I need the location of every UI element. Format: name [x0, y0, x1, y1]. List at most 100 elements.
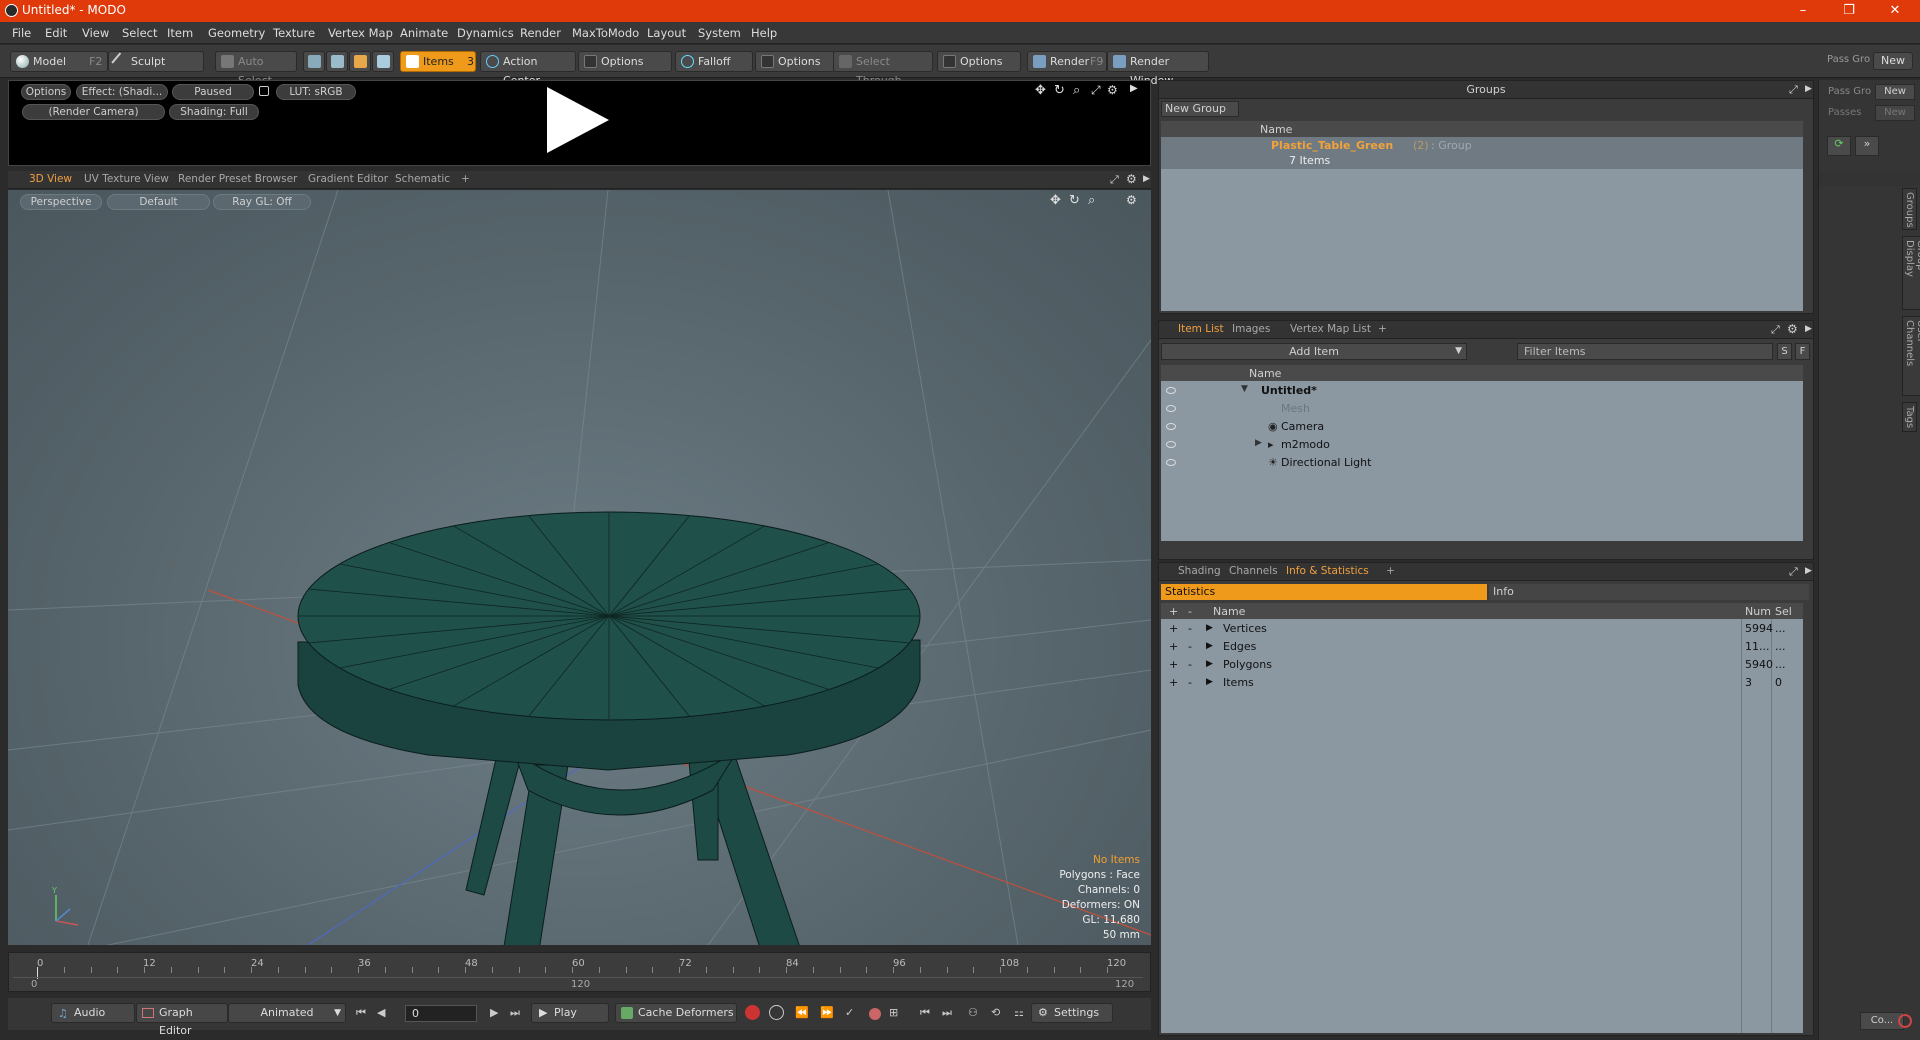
- menu-edit[interactable]: Edit: [45, 26, 67, 40]
- model-mode-button[interactable]: Model F2: [10, 51, 108, 72]
- gear-icon[interactable]: ⚙: [1107, 83, 1118, 97]
- close-button[interactable]: ✕: [1872, 0, 1918, 22]
- maximize-icon[interactable]: ⤢: [1789, 565, 1798, 579]
- move-view-icon[interactable]: ✥: [1035, 83, 1046, 98]
- collapse-all-icon[interactable]: -: [1188, 605, 1192, 618]
- expand-icon[interactable]: »: [1855, 136, 1879, 156]
- tab-info-statistics[interactable]: Info & Statistics: [1279, 563, 1377, 580]
- sel-column-header[interactable]: Sel: [1775, 605, 1792, 618]
- auto-key-icon[interactable]: [769, 1005, 784, 1020]
- item-row-mesh[interactable]: Mesh: [1161, 400, 1803, 418]
- collapse-icon[interactable]: -: [1188, 622, 1192, 635]
- new-pass-button[interactable]: New: [1875, 105, 1915, 121]
- gear-icon[interactable]: ⚙: [1787, 322, 1798, 336]
- action-center-options-button[interactable]: Options: [578, 51, 672, 72]
- menu-vertex-map[interactable]: Vertex Map: [328, 26, 393, 40]
- frame-input[interactable]: 0: [405, 1005, 477, 1022]
- add-tab-button[interactable]: +: [454, 171, 477, 188]
- stats-row-polygons[interactable]: + - ▶ Polygons 5940 ...: [1161, 656, 1803, 674]
- go-end-icon[interactable]: ⏭: [510, 1006, 520, 1020]
- play-button[interactable]: ▶ Play: [531, 1003, 609, 1023]
- timeline[interactable]: 0 12 24 36 48 60 72 84 96 108 120 0 120 …: [8, 952, 1151, 992]
- zoom-view-icon[interactable]: ⌕: [1073, 83, 1080, 98]
- polygon-select-button[interactable]: [349, 51, 371, 72]
- group-row[interactable]: Plastic_Table_Green (2) : Group 7 Items: [1161, 137, 1803, 169]
- add-tab-button[interactable]: +: [1371, 321, 1394, 338]
- side-tab-group-display[interactable]: Group Display: [1902, 236, 1920, 310]
- step-back-icon[interactable]: ◀: [377, 1006, 385, 1019]
- new-group-button[interactable]: New Group: [1161, 101, 1239, 117]
- maximize-icon[interactable]: ⤢: [1771, 323, 1780, 337]
- arrow-right-icon[interactable]: ▶: [1805, 324, 1812, 334]
- skip-next-icon[interactable]: ⏭: [942, 1006, 952, 1020]
- expand-arrow-icon[interactable]: ▶: [1206, 623, 1213, 633]
- rotate-view-icon[interactable]: ↻: [1069, 193, 1080, 208]
- preview-paused-button[interactable]: Paused: [172, 84, 254, 100]
- name-column-header[interactable]: Name: [1249, 367, 1281, 380]
- key-icon[interactable]: ✓: [845, 1006, 854, 1019]
- stats-row-vertices[interactable]: + - ▶ Vertices 5994 ...: [1161, 620, 1803, 638]
- sculpt-mode-button[interactable]: Sculpt: [108, 51, 204, 72]
- select-through-button[interactable]: Select Through: [833, 51, 933, 87]
- visibility-eye-icon[interactable]: [1166, 387, 1176, 394]
- item-row-camera[interactable]: ◉ Camera: [1161, 418, 1803, 436]
- skip-prev-icon[interactable]: ⏮: [920, 1006, 930, 1020]
- move-view-icon[interactable]: ✥: [1050, 193, 1061, 208]
- tab-shading[interactable]: Shading: [1171, 563, 1229, 580]
- menu-file[interactable]: File: [12, 26, 31, 40]
- maximize-icon[interactable]: ⤢: [1110, 173, 1119, 187]
- visibility-eye-icon[interactable]: [1166, 423, 1176, 430]
- visibility-eye-icon[interactable]: [1166, 441, 1176, 448]
- expand-all-icon[interactable]: +: [1169, 605, 1178, 618]
- key-filter-icon[interactable]: ⊞: [889, 1006, 898, 1019]
- info-subtab[interactable]: Info: [1489, 584, 1809, 600]
- tab-channels[interactable]: Channels: [1222, 563, 1286, 580]
- maximize-icon[interactable]: ⤢: [1789, 83, 1798, 97]
- filter-items-input[interactable]: Filter Items: [1517, 343, 1773, 360]
- shading-dropdown[interactable]: Shading: Full: [169, 104, 259, 120]
- tab-item-list[interactable]: Item List: [1171, 321, 1232, 338]
- stats-row-edges[interactable]: + - ▶ Edges 11... ...: [1161, 638, 1803, 656]
- menu-view[interactable]: View: [82, 26, 109, 40]
- num-column-header[interactable]: Num: [1745, 605, 1771, 618]
- raygl-dropdown[interactable]: Ray GL: Off: [213, 194, 311, 210]
- name-column-header[interactable]: Name: [1213, 605, 1245, 618]
- settings-button[interactable]: ⚙ Settings: [1031, 1003, 1113, 1023]
- new-pass-group-button[interactable]: New: [1875, 84, 1915, 100]
- expand-arrow-icon[interactable]: ▼: [1241, 384, 1248, 394]
- add-tab-button[interactable]: +: [1379, 563, 1402, 580]
- expand-arrow-icon[interactable]: ▶: [1206, 659, 1213, 669]
- arrow-right-icon[interactable]: ▶: [1143, 174, 1150, 184]
- tab-3d-view[interactable]: 3D View: [22, 171, 81, 188]
- add-item-dropdown[interactable]: Add Item ▼: [1161, 343, 1467, 360]
- 3d-viewport[interactable]: × Perspective Default Ray GL: Off ✥ ↻ ⌕ …: [8, 190, 1151, 945]
- record-key-icon[interactable]: [745, 1005, 760, 1020]
- menu-dynamics[interactable]: Dynamics: [457, 26, 514, 40]
- vertex-select-button[interactable]: [303, 51, 325, 72]
- expand-icon[interactable]: +: [1169, 658, 1178, 671]
- menu-render[interactable]: Render: [520, 26, 561, 40]
- menu-maxtomodo[interactable]: MaxToModo: [572, 26, 639, 40]
- filter-f-button[interactable]: F: [1795, 343, 1810, 360]
- render-window-button[interactable]: Render Window: [1107, 51, 1209, 87]
- lock-icon[interactable]: [259, 86, 269, 96]
- step-forward-icon[interactable]: ▶: [490, 1006, 498, 1019]
- render-button[interactable]: Render F9: [1027, 51, 1107, 72]
- collapse-icon[interactable]: -: [1188, 658, 1192, 671]
- menu-geometry[interactable]: Geometry: [208, 26, 265, 40]
- expand-arrow-icon[interactable]: ▶: [1255, 438, 1262, 448]
- tab-gradient-editor[interactable]: Gradient Editor: [301, 171, 397, 188]
- tab-images[interactable]: Images: [1225, 321, 1279, 338]
- expand-icon[interactable]: +: [1169, 676, 1178, 689]
- render-camera-dropdown[interactable]: (Render Camera): [22, 104, 165, 120]
- edge-select-button[interactable]: [326, 51, 348, 72]
- expand-icon[interactable]: +: [1169, 640, 1178, 653]
- falloff-button[interactable]: Falloff: [675, 51, 753, 72]
- preview-effect-dropdown[interactable]: Effect: (Shadi...: [76, 84, 168, 100]
- menu-help[interactable]: Help: [751, 26, 777, 40]
- statistics-subtab[interactable]: Statistics: [1161, 584, 1487, 600]
- visibility-eye-icon[interactable]: [1166, 459, 1176, 466]
- gear-icon[interactable]: ⚙: [1126, 172, 1137, 186]
- graph-editor-button[interactable]: Graph Editor: [136, 1003, 228, 1037]
- maximize-view-icon[interactable]: ⤢: [1091, 83, 1101, 98]
